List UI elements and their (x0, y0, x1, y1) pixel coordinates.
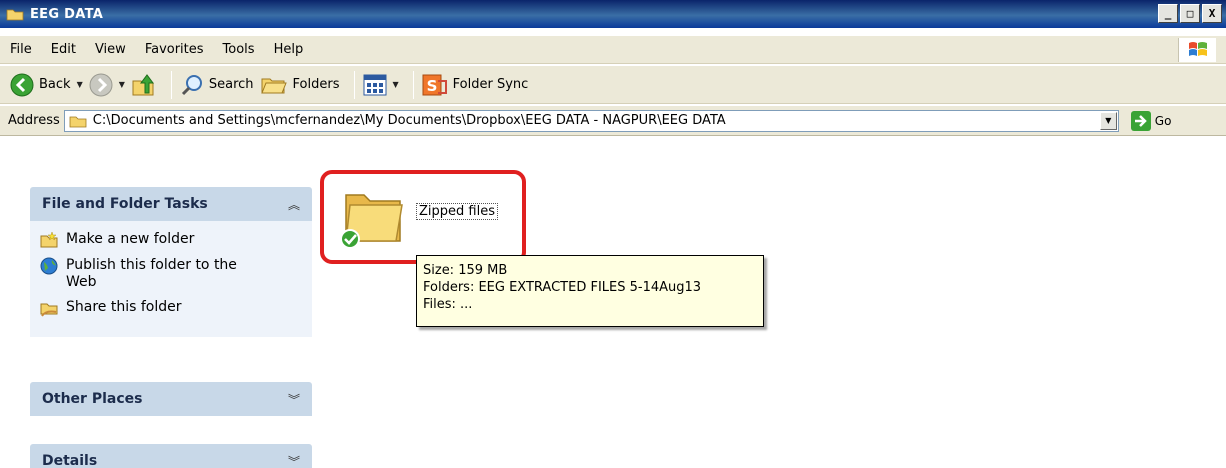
go-arrow-icon (1130, 110, 1151, 131)
title-bar: EEG DATA _ □ X (0, 0, 1226, 28)
search-icon (181, 74, 202, 95)
close-button[interactable]: X (1202, 4, 1222, 23)
menu-favorites[interactable]: Favorites (145, 42, 204, 57)
search-button[interactable]: Search (180, 73, 254, 97)
chevron-down-icon[interactable]: ▼ (77, 80, 83, 89)
task-label: Make a new folder (66, 231, 195, 247)
folder-icon (69, 116, 87, 127)
file-folder-tasks-pane: File and Folder Tasks ︽ Make a new folde… (30, 187, 312, 337)
menu-bar: File Edit View Favorites Tools Help (0, 36, 1226, 64)
svg-text:S: S (426, 77, 437, 95)
windows-logo-icon (1178, 38, 1216, 62)
globe-icon (40, 257, 58, 275)
chevron-down-icon[interactable]: ▼ (1099, 111, 1117, 130)
pane-title: Other Places (42, 391, 143, 407)
task-label: Publish this folder to the Web (66, 257, 237, 290)
chevron-down-icon[interactable]: ▼ (119, 80, 125, 89)
file-folder-tasks-header[interactable]: File and Folder Tasks ︽ (30, 187, 312, 221)
folder-tooltip: Size: 159 MB Folders: EEG EXTRACTED FILE… (416, 255, 764, 327)
other-places-pane: Other Places ︾ (30, 382, 312, 416)
menu-view[interactable]: View (95, 42, 126, 57)
menu-file[interactable]: File (10, 42, 32, 57)
folder-sync-button[interactable]: S Folder Sync (422, 73, 529, 97)
tooltip-folders: Folders: EEG EXTRACTED FILES 5-14Aug13 (423, 280, 702, 295)
address-path: C:\Documents and Settings\mcfernandez\My… (92, 113, 726, 128)
task-publish[interactable]: Publish this folder to the Web (40, 257, 302, 291)
address-label: Address (8, 113, 60, 128)
pane-title: File and Folder Tasks (42, 196, 208, 212)
folder-icon (6, 9, 24, 21)
collapse-icon[interactable]: ︽ (288, 196, 300, 213)
maximize-button[interactable]: □ (1180, 4, 1200, 23)
new-folder-icon (40, 231, 58, 248)
menu-edit[interactable]: Edit (51, 42, 76, 57)
back-button[interactable]: Back ▼ (10, 73, 83, 97)
search-label: Search (208, 77, 254, 92)
tooltip-files: Files: ... (423, 297, 473, 312)
views-button[interactable]: ▼ (363, 74, 399, 96)
views-icon (363, 74, 386, 95)
chevron-down-icon[interactable]: ▼ (393, 80, 399, 89)
folders-icon (260, 78, 287, 93)
toolbar-separator (412, 70, 414, 99)
back-label: Back (39, 77, 71, 92)
share-folder-icon (40, 303, 58, 317)
details-header[interactable]: Details ︾ (30, 444, 312, 468)
tooltip-size: Size: 159 MB (423, 263, 508, 278)
menu-help[interactable]: Help (274, 42, 304, 57)
go-button[interactable]: Go (1130, 110, 1172, 131)
toolbar-separator (170, 70, 172, 99)
back-arrow-icon (10, 73, 34, 96)
task-share[interactable]: Share this folder (40, 299, 302, 317)
toolbar: Back ▼ ▼ Search Folders ▼ S Folder Sync (0, 66, 1226, 104)
folders-label: Folders (292, 77, 340, 92)
address-bar: Address C:\Documents and Settings\mcfern… (0, 106, 1226, 136)
folders-button[interactable]: Folders (260, 73, 340, 97)
folder-sync-label: Folder Sync (452, 77, 529, 92)
folder-up-icon (132, 73, 154, 95)
menu-tools[interactable]: Tools (223, 42, 255, 57)
task-new-folder[interactable]: Make a new folder (40, 231, 302, 249)
forward-button[interactable]: ▼ (89, 73, 125, 97)
expand-icon[interactable]: ︾ (288, 453, 300, 468)
address-input[interactable]: C:\Documents and Settings\mcfernandez\My… (63, 109, 1119, 132)
up-button[interactable] (131, 73, 157, 97)
expand-icon[interactable]: ︾ (288, 391, 300, 408)
sync-icon: S (422, 74, 447, 95)
forward-arrow-icon (89, 73, 113, 96)
minimize-button[interactable]: _ (1158, 4, 1178, 23)
details-pane: Details ︾ (30, 444, 312, 468)
task-label: Share this folder (66, 299, 182, 315)
go-label: Go (1154, 113, 1172, 128)
pane-title: Details (42, 453, 98, 468)
window-title: EEG DATA (30, 6, 104, 22)
toolbar-separator (353, 70, 355, 99)
tasks-body: Make a new folder Publish this folder to… (30, 221, 312, 337)
other-places-header[interactable]: Other Places ︾ (30, 382, 312, 416)
highlight-box (320, 170, 526, 264)
